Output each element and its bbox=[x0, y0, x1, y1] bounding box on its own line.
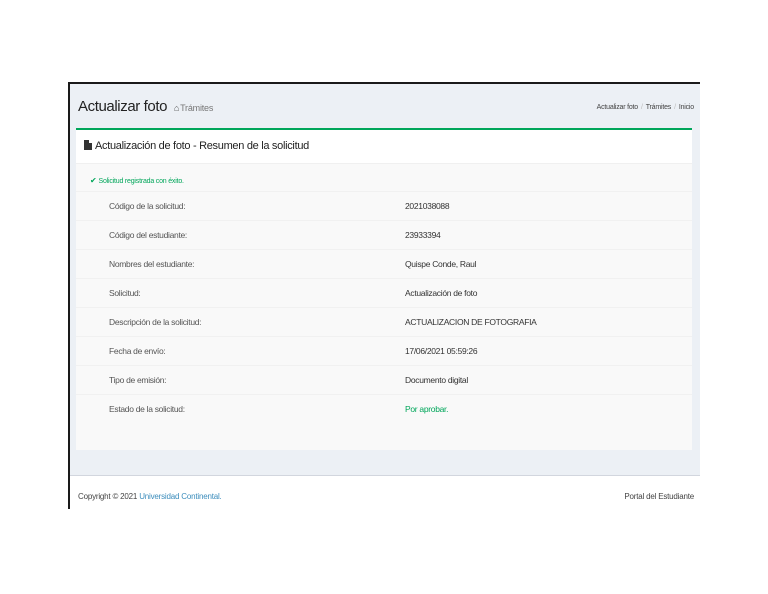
table-row: Tipo de emisión: Documento digital bbox=[76, 365, 692, 394]
row-label: Solicitud: bbox=[109, 288, 141, 298]
breadcrumb-item-inicio[interactable]: Inicio bbox=[679, 104, 694, 111]
app-frame: Actualizar foto ⌂Trámites Actualizar fot… bbox=[68, 82, 700, 509]
content-header: Actualizar foto ⌂Trámites Actualizar fot… bbox=[74, 98, 694, 122]
page-title: Actualizar foto ⌂Trámites bbox=[78, 98, 213, 115]
row-value: Documento digital bbox=[405, 375, 468, 385]
row-value: 17/06/2021 05:59:26 bbox=[405, 346, 478, 356]
table-row: Estado de la solicitud: Por aprobar. bbox=[76, 394, 692, 423]
details-table: Código de la solicitud: 2021038088 Códig… bbox=[76, 191, 692, 423]
breadcrumb-separator: / bbox=[640, 104, 643, 111]
home-icon: ⌂ bbox=[173, 103, 180, 113]
row-label: Tipo de emisión: bbox=[109, 375, 167, 385]
table-row: Descripción de la solicitud: ACTUALIZACI… bbox=[76, 307, 692, 336]
row-label: Estado de la solicitud: bbox=[109, 404, 185, 414]
file-icon bbox=[84, 140, 92, 150]
row-value: 2021038088 bbox=[405, 201, 450, 211]
success-message: ✔ Solicitud registrada con éxito. bbox=[90, 176, 184, 185]
copyright: Copyright © 2021 Universidad Continental… bbox=[78, 492, 222, 501]
table-row: Código del estudiante: 23933394 bbox=[76, 220, 692, 249]
row-value: Actualización de foto bbox=[405, 288, 478, 298]
page-title-text: Actualizar foto bbox=[78, 98, 168, 115]
breadcrumb-item-tramites[interactable]: Trámites bbox=[646, 104, 672, 111]
university-link[interactable]: Universidad Continental. bbox=[139, 492, 222, 501]
check-icon: ✔ bbox=[90, 176, 97, 185]
footer: Copyright © 2021 Universidad Continental… bbox=[70, 475, 700, 509]
row-value: 23933394 bbox=[405, 230, 441, 240]
row-value: Quispe Conde, Raul bbox=[405, 259, 477, 269]
page-subtitle-text: Trámites bbox=[180, 103, 214, 113]
status-value: Por aprobar. bbox=[405, 404, 449, 414]
page-subtitle: ⌂Trámites bbox=[173, 103, 214, 113]
table-row: Código de la solicitud: 2021038088 bbox=[76, 191, 692, 220]
portal-label: Portal del Estudiante bbox=[624, 492, 694, 501]
table-row: Nombres del estudiante: Quispe Conde, Ra… bbox=[76, 249, 692, 278]
box-title: Actualización de foto - Resumen de la so… bbox=[95, 140, 309, 152]
row-label: Descripción de la solicitud: bbox=[109, 317, 202, 327]
row-value: ACTUALIZACION DE FOTOGRAFIA bbox=[405, 317, 537, 327]
breadcrumb: Actualizar foto / Trámites / Inicio bbox=[597, 104, 695, 111]
breadcrumb-separator: / bbox=[674, 104, 676, 111]
row-label: Fecha de envío: bbox=[109, 346, 166, 356]
table-row: Fecha de envío: 17/06/2021 05:59:26 bbox=[76, 336, 692, 365]
breadcrumb-item-actualizar-foto[interactable]: Actualizar foto bbox=[597, 104, 639, 111]
row-label: Código de la solicitud: bbox=[109, 201, 186, 211]
box-header: Actualización de foto - Resumen de la so… bbox=[76, 130, 692, 164]
success-message-text: Solicitud registrada con éxito. bbox=[98, 178, 184, 185]
table-row: Solicitud: Actualización de foto bbox=[76, 278, 692, 307]
summary-box: Actualización de foto - Resumen de la so… bbox=[76, 128, 692, 450]
row-label: Nombres del estudiante: bbox=[109, 259, 195, 269]
row-label: Código del estudiante: bbox=[109, 230, 187, 240]
copyright-text: Copyright © 2021 bbox=[78, 492, 138, 501]
